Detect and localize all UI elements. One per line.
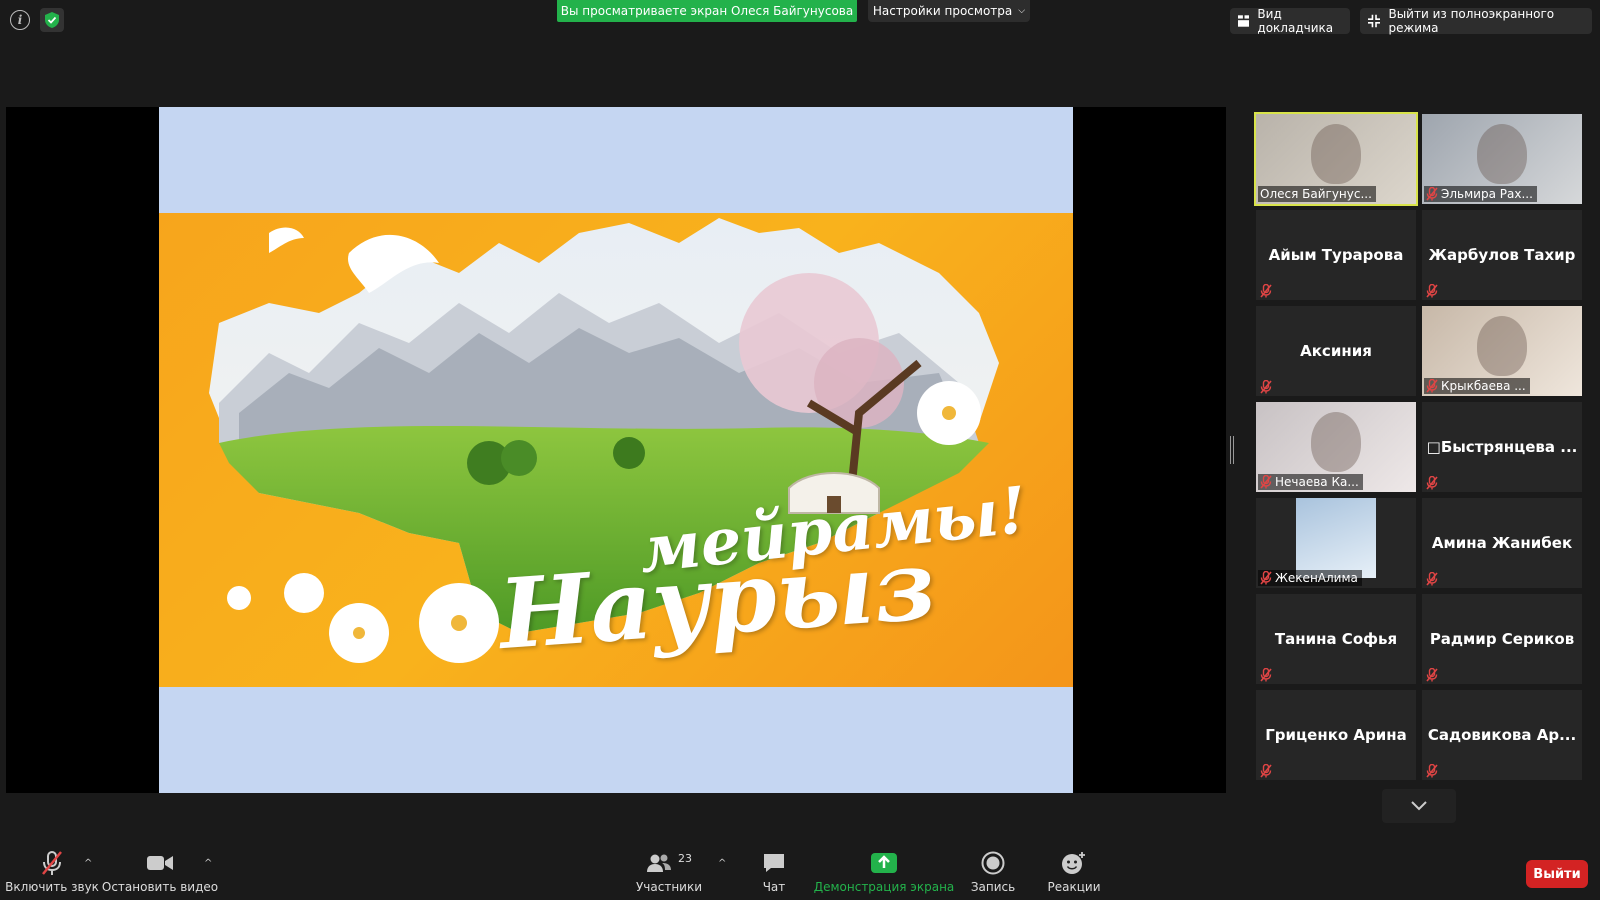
participant-tile[interactable]: Айым Турарова — [1256, 210, 1416, 300]
mic-off-icon — [1426, 667, 1440, 682]
security-shield-button[interactable] — [40, 8, 64, 32]
participant-tile[interactable]: Аксиния — [1256, 306, 1416, 396]
record-label: Запись — [970, 880, 1016, 894]
view-settings-menu[interactable]: Настройки просмотра ⌵ — [868, 0, 1030, 22]
video-options-caret[interactable]: ^ — [204, 858, 212, 869]
audio-options-caret[interactable]: ^ — [84, 858, 92, 869]
chat-label: Чат — [762, 880, 786, 894]
participant-name-label: Эльмира Рах... — [1424, 186, 1537, 202]
speaker-view-button[interactable]: Вид докладчика — [1230, 7, 1350, 35]
participant-name: Садовикова Ар... — [1427, 726, 1577, 744]
info-icon[interactable]: i — [10, 10, 30, 30]
stop-video-label: Остановить видео — [101, 880, 219, 894]
participant-name: Жарбулов Тахир — [1428, 246, 1576, 264]
nauryz-banner: мейрамы! Наурыз — [159, 213, 1073, 687]
participant-name: Олеся Байгунус... — [1260, 187, 1372, 201]
gallery-scroll-down-button[interactable] — [1382, 789, 1456, 823]
mic-off-icon — [1260, 571, 1272, 585]
record-icon — [981, 851, 1005, 875]
participant-tile[interactable]: □Быстрянцева ... — [1422, 402, 1582, 492]
mic-off-icon — [1260, 379, 1274, 394]
mic-off-icon — [1426, 763, 1440, 778]
participant-name: ЖекенАлима — [1275, 571, 1358, 585]
participant-name-label: ЖекенАлима — [1258, 570, 1362, 586]
mic-off-icon — [1260, 667, 1274, 682]
participants-button[interactable]: 23 Участники — [636, 850, 702, 900]
people-icon — [647, 854, 671, 872]
stop-video-button[interactable]: Остановить видео — [102, 850, 218, 900]
participants-label: Участники — [635, 880, 703, 894]
participant-tile[interactable]: Амина Жанибек — [1422, 498, 1582, 588]
participants-options-caret[interactable]: ^ — [718, 858, 726, 869]
participant-name: Крыкбаева ... — [1441, 379, 1526, 393]
participant-name: Эльмира Рах... — [1441, 187, 1533, 201]
participant-name-label: Крыкбаева ... — [1424, 378, 1530, 394]
panel-resize-handle[interactable] — [1230, 436, 1234, 464]
chevron-down-icon: ⌵ — [1018, 6, 1026, 16]
mic-off-icon — [1426, 475, 1440, 490]
participant-tile[interactable]: Нечаева Ка... — [1256, 402, 1416, 492]
participant-name: Радмир Сериков — [1429, 630, 1575, 648]
participant-tile[interactable]: Эльмира Рах... — [1422, 114, 1582, 204]
participant-tile[interactable]: Гриценко Арина — [1256, 690, 1416, 780]
participant-name: Амина Жанибек — [1431, 534, 1573, 552]
mic-off-icon — [1426, 187, 1438, 201]
exit-fullscreen-icon — [1368, 14, 1381, 28]
participants-count: 23 — [678, 851, 692, 865]
participant-name: Гриценко Арина — [1265, 726, 1407, 744]
viewing-screen-banner: Вы просматриваете экран Олеся Байгунусов… — [557, 0, 857, 22]
record-button[interactable]: Запись — [968, 850, 1018, 900]
shared-slide: мейрамы! Наурыз — [159, 107, 1073, 793]
participant-tile[interactable]: Танина Софья — [1256, 594, 1416, 684]
reactions-label: Реакции — [1047, 880, 1101, 894]
mic-off-icon — [1426, 571, 1440, 586]
participant-silhouette — [1477, 124, 1527, 184]
mic-off-icon — [42, 851, 62, 875]
participant-tile[interactable]: Олеся Байгунус... — [1254, 112, 1418, 206]
participant-tile[interactable]: Садовикова Ар... — [1422, 690, 1582, 780]
mic-off-icon — [1260, 475, 1272, 489]
chat-bubble-icon — [764, 854, 784, 872]
shield-icon — [45, 12, 59, 28]
video-camera-icon — [147, 856, 173, 870]
unmute-label: Включить звук — [5, 880, 99, 894]
reactions-button[interactable]: Реакции — [1046, 850, 1102, 900]
participant-silhouette — [1311, 124, 1361, 184]
mic-off-icon — [1426, 283, 1440, 298]
participant-tile[interactable]: Жарбулов Тахир — [1422, 210, 1582, 300]
exit-fullscreen-button[interactable]: Выйти из полноэкранного режима — [1360, 7, 1592, 35]
participant-name-label: Нечаева Ка... — [1258, 474, 1363, 490]
participant-name: Айым Турарова — [1268, 246, 1404, 264]
participant-tile[interactable]: ЖекенАлима — [1256, 498, 1416, 588]
participant-name: □Быстрянцева ... — [1426, 438, 1578, 456]
participant-tile[interactable]: Крыкбаева ... — [1422, 306, 1582, 396]
mic-off-icon — [1260, 763, 1274, 778]
share-screen-button[interactable]: Демонстрация экрана — [814, 850, 954, 900]
emoji-plus-icon — [1062, 852, 1085, 874]
chat-button[interactable]: Чат — [756, 850, 792, 900]
participant-name: Нечаева Ка... — [1275, 475, 1359, 489]
participant-name: Аксиния — [1300, 342, 1372, 360]
mic-off-icon — [1260, 283, 1274, 298]
share-screen-icon — [871, 853, 897, 873]
leave-meeting-button[interactable]: Выйти — [1526, 860, 1588, 888]
exit-fullscreen-label: Выйти из полноэкранного режима — [1388, 7, 1555, 35]
participant-silhouette — [1477, 316, 1527, 376]
speaker-view-label: Вид докладчика — [1257, 7, 1334, 35]
participant-name: Танина Софья — [1274, 630, 1398, 648]
view-settings-label: Настройки просмотра — [872, 4, 1013, 18]
participant-silhouette — [1311, 412, 1361, 472]
participant-name-label: Олеся Байгунус... — [1258, 186, 1376, 202]
share-screen-label: Демонстрация экрана — [813, 880, 955, 894]
grid-view-icon — [1238, 15, 1250, 27]
mic-off-icon — [1426, 379, 1438, 393]
participant-tile[interactable]: Радмир Сериков — [1422, 594, 1582, 684]
unmute-button[interactable]: Включить звук — [5, 850, 99, 900]
profile-picture — [1296, 498, 1376, 578]
chevron-down-icon — [1411, 801, 1427, 811]
